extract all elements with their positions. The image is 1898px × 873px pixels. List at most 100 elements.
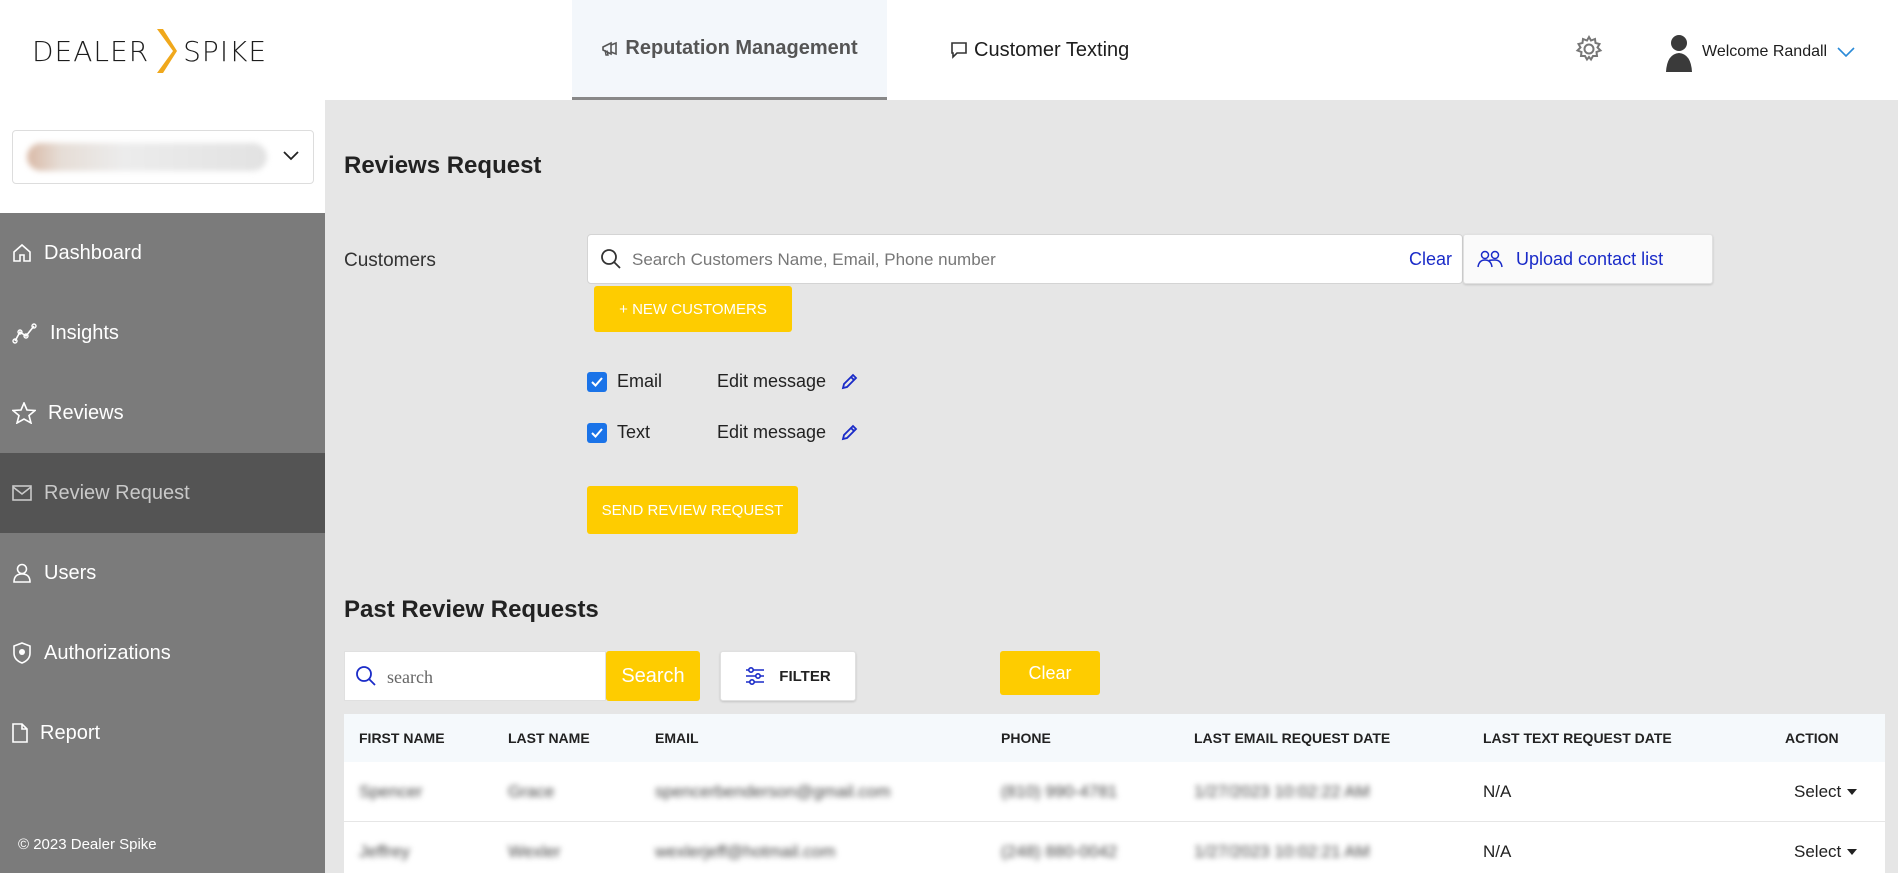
customers-label: Customers — [344, 250, 436, 271]
sidebar: Dashboard Insights Reviews Review Reques… — [0, 100, 325, 873]
caret-down-icon — [1847, 848, 1858, 855]
user-menu[interactable]: Welcome Randall — [1664, 32, 1855, 72]
megaphone-icon — [602, 41, 618, 56]
cell-email: spencerbenderson@gmail.com — [655, 781, 891, 801]
top-bar: DEALER SPIKE Reputation Management Custo… — [0, 0, 1898, 100]
col-phone[interactable]: PHONE — [1001, 730, 1051, 746]
action-select-dropdown[interactable]: Select — [1794, 781, 1858, 802]
email-label: Email — [617, 371, 663, 391]
cell-last-email-date: 1/27/2023 10:02:21 AM — [1194, 841, 1370, 861]
cell-last-email-date: 1/27/2023 10:02:22 AM — [1194, 781, 1370, 801]
customer-search-input[interactable] — [632, 247, 1392, 273]
sidebar-item-insights[interactable]: Insights — [0, 293, 325, 373]
shield-icon — [13, 642, 31, 664]
text-checkbox[interactable] — [587, 422, 607, 443]
sidebar-item-reviews[interactable]: Reviews — [0, 373, 325, 453]
pencil-icon[interactable] — [840, 373, 858, 391]
logo-chevron-icon — [157, 29, 178, 73]
search-icon — [356, 666, 376, 686]
search-clear-button[interactable]: Clear — [1409, 249, 1452, 270]
col-last-text-date[interactable]: LAST TEXT REQUEST DATE — [1483, 730, 1672, 746]
upload-label: Upload contact list — [1516, 248, 1664, 269]
chevron-down-icon — [1837, 47, 1855, 57]
customer-search: Clear — [587, 234, 1463, 284]
cell-first-name: Spencer — [359, 781, 423, 801]
chat-bubble-icon — [951, 42, 967, 59]
dealer-name-redacted — [27, 143, 267, 171]
select-label: Select — [1794, 781, 1842, 801]
caret-down-icon — [1847, 788, 1858, 795]
sidebar-item-label: Review Request — [44, 481, 190, 504]
chevron-down-icon — [283, 151, 299, 161]
sidebar-item-label: Insights — [50, 321, 119, 344]
line-chart-icon — [12, 323, 37, 344]
page-title: Reviews Request — [344, 152, 542, 179]
edit-message-email-link[interactable]: Edit message — [717, 371, 826, 392]
option-email-row: Email Edit message — [587, 371, 858, 392]
col-last-email-date[interactable]: LAST EMAIL REQUEST DATE — [1194, 730, 1390, 746]
sidebar-item-review-request[interactable]: Review Request — [0, 453, 325, 533]
star-icon — [12, 402, 36, 424]
text-label: Text — [617, 422, 651, 442]
user-icon — [13, 563, 31, 583]
gear-icon[interactable] — [1574, 34, 1604, 64]
sidebar-item-authorizations[interactable]: Authorizations — [0, 613, 325, 693]
sliders-icon — [746, 667, 765, 685]
filter-button[interactable]: FILTER — [720, 651, 856, 701]
email-checkbox[interactable] — [587, 371, 607, 392]
pencil-icon[interactable] — [840, 424, 858, 442]
clear-filter-button[interactable]: Clear — [1000, 651, 1100, 695]
sidebar-item-label: Reviews — [48, 401, 124, 424]
search-icon — [601, 249, 621, 269]
sidebar-nav: Dashboard Insights Reviews Review Reques… — [0, 213, 325, 873]
col-email[interactable]: EMAIL — [655, 730, 699, 746]
tab-customer-texting[interactable]: Customer Texting — [950, 0, 1129, 100]
welcome-text: Welcome Randall — [1702, 43, 1828, 60]
cell-last-name: Grace — [508, 781, 555, 801]
tab-reputation-management[interactable]: Reputation Management — [572, 0, 887, 100]
past-search-input[interactable] — [387, 664, 587, 690]
new-customers-button[interactable]: + NEW CUSTOMERS — [594, 286, 792, 332]
upload-contact-list-button[interactable]: Upload contact list — [1463, 234, 1713, 284]
dealer-spike-logo[interactable]: DEALER SPIKE — [32, 26, 267, 76]
logo-text-right: SPIKE — [183, 34, 268, 68]
sidebar-item-label: Users — [44, 561, 97, 584]
cell-email: wexlerjeff@hotmail.com — [655, 841, 836, 861]
sidebar-item-dashboard[interactable]: Dashboard — [0, 213, 325, 293]
table-header: FIRST NAME LAST NAME EMAIL PHONE LAST EM… — [344, 714, 1885, 762]
checkmark-icon — [591, 376, 603, 387]
envelope-icon — [12, 485, 32, 501]
home-icon — [13, 243, 31, 262]
table-row: Spencer Grace spencerbenderson@gmail.com… — [344, 762, 1885, 822]
option-text-row: Text Edit message — [587, 422, 858, 443]
cell-last-text-date: N/A — [1483, 841, 1512, 861]
select-label: Select — [1794, 841, 1842, 861]
action-select-dropdown[interactable]: Select — [1794, 841, 1858, 862]
search-button[interactable]: Search — [606, 651, 700, 701]
cell-first-name: Jeffrey — [359, 841, 410, 861]
edit-message-text-link[interactable]: Edit message — [717, 422, 826, 443]
past-requests-table: FIRST NAME LAST NAME EMAIL PHONE LAST EM… — [344, 714, 1885, 873]
send-review-request-button[interactable]: SEND REVIEW REQUEST — [587, 486, 798, 534]
sidebar-item-label: Report — [40, 721, 101, 744]
main-content: Reviews Request Customers Clear Upload c… — [325, 100, 1898, 873]
tab-label: Reputation Management — [625, 37, 858, 59]
tab-label: Customer Texting — [974, 38, 1130, 61]
sidebar-item-report[interactable]: Report — [0, 693, 325, 773]
copyright-text: © 2023 Dealer Spike — [18, 836, 157, 853]
sidebar-item-label: Authorizations — [44, 641, 171, 664]
avatar — [1666, 35, 1692, 72]
cell-phone: (810) 990-4781 — [1001, 781, 1118, 801]
cell-last-text-date: N/A — [1483, 781, 1512, 801]
cell-phone: (248) 880-0042 — [1001, 841, 1118, 861]
dealer-selector[interactable] — [12, 130, 314, 184]
sidebar-item-users[interactable]: Users — [0, 533, 325, 613]
users-group-icon — [1477, 250, 1503, 268]
table-row: Jeffrey Wexler wexlerjeff@hotmail.com (2… — [344, 822, 1885, 873]
cell-last-name: Wexler — [508, 841, 561, 861]
col-action: ACTION — [1785, 730, 1839, 746]
col-last-name[interactable]: LAST NAME — [508, 730, 590, 746]
sidebar-item-label: Dashboard — [44, 241, 142, 264]
document-icon — [12, 723, 28, 743]
col-first-name[interactable]: FIRST NAME — [359, 730, 445, 746]
